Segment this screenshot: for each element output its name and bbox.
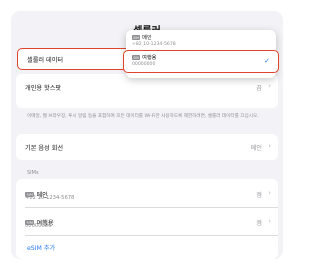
popup-option-travel[interactable]: SIM 여행용 00000000 ✓: [123, 50, 279, 73]
personal-hotspot-label: 개인용 핫스팟: [25, 85, 62, 92]
popup-option-main[interactable]: SIM 메인 +82 10-1234-5678: [126, 32, 276, 50]
popup-option-name: 여행용: [142, 55, 157, 61]
popup-option-number: +82 10-1234-5678: [132, 42, 176, 47]
personal-hotspot-value: 끔: [256, 85, 262, 92]
chevron-right-icon: ›: [268, 217, 271, 225]
cellular-settings-screen: 셀룰러 셀룰러 데이터 개인용 핫스팟 끔 › 이메일, 웹 브라우징, 푸시 …: [11, 11, 283, 259]
sim-selection-popup: SIM 메인 +82 10-1234-5678 SIM 여행용 00000000 ✓: [123, 30, 279, 78]
chevron-right-icon: ›: [268, 142, 271, 150]
default-voice-line-row[interactable]: 기본 음성 회선 메인 ›: [16, 134, 278, 160]
sim-row-travel[interactable]: SIM 여행용 00000000 켬 ›: [16, 207, 278, 235]
sim-card-icon: SIM: [132, 55, 141, 60]
chevron-right-icon: ›: [268, 189, 271, 197]
sims-list: SIM 메인 +82 10-1234-5678 켬 › SIM 여행용 000000…: [16, 179, 278, 259]
divider: [25, 235, 278, 236]
sim-number: +82 10-1234-5678: [25, 195, 75, 201]
cellular-data-label: 셀룰러 데이터: [27, 57, 64, 64]
default-voice-label: 기본 음성 회선: [25, 145, 64, 152]
personal-hotspot-row[interactable]: 개인용 핫스팟 끔 ›: [16, 74, 278, 108]
sim-status: 켬: [256, 192, 262, 199]
sim-status: 켬: [256, 220, 262, 227]
checkmark-icon: ✓: [264, 57, 270, 65]
sim-number: 00000000: [25, 223, 52, 229]
add-esim-link[interactable]: eSIM 추가: [27, 243, 55, 252]
popup-option-number: 00000000: [132, 62, 156, 67]
sims-section-header: SIMs: [27, 170, 39, 176]
popup-option-name: 메인: [142, 35, 152, 41]
default-voice-value: 메인: [250, 145, 262, 152]
chevron-right-icon: ›: [268, 82, 271, 90]
cellular-data-footnote: 이메일, 웹 브라우징, 푸시 알림 등을 포함하여 모든 데이터를 Wi-Fi…: [27, 114, 259, 119]
sim-row-main[interactable]: SIM 메인 +82 10-1234-5678 켬 ›: [16, 179, 278, 207]
sim-card-icon: SIM: [132, 35, 141, 40]
